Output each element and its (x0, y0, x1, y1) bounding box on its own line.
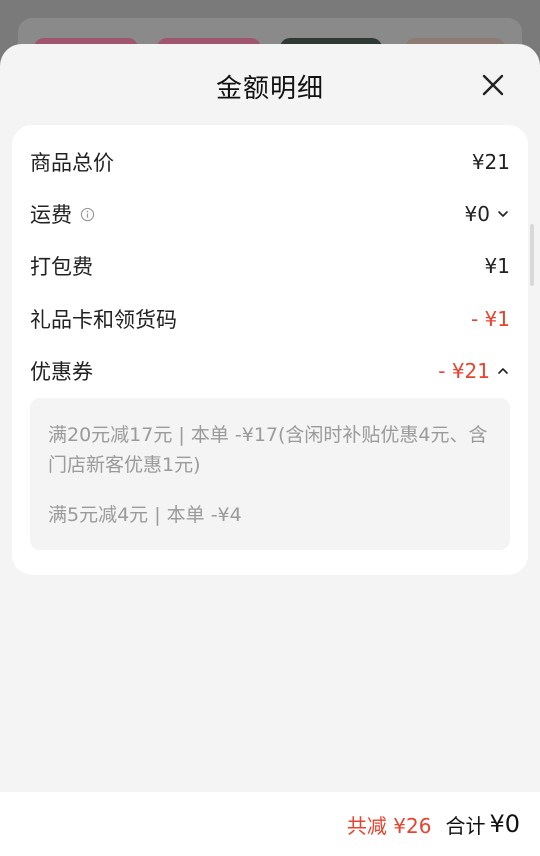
row-label: 优惠券 (30, 360, 93, 384)
coupon-line: 满20元减17元 | 本单 -¥17(含闲时补贴优惠4元、含门店新客优惠1元) (48, 424, 488, 476)
sheet-title: 金额明细 (215, 74, 324, 104)
chevron-down-icon[interactable] (496, 207, 510, 221)
row-label-group: 运费 (30, 199, 95, 229)
total-label: 合计 (445, 813, 486, 838)
row-value: ¥21 (471, 150, 510, 174)
row-label: 打包费 (30, 255, 93, 279)
row-label: 礼品卡和领货码 (30, 308, 177, 332)
footer-bar: 共减 ¥26 合计 ¥0 (0, 792, 540, 856)
row-shipping[interactable]: 运费 ¥0 (30, 194, 510, 234)
row-value-group[interactable]: - ¥21 (438, 359, 510, 383)
scrollbar[interactable] (530, 224, 534, 286)
row-value: - ¥1 (470, 307, 510, 331)
row-label: 运费 (30, 203, 72, 227)
row-value: ¥1 (484, 254, 510, 278)
chevron-up-icon[interactable] (496, 364, 510, 378)
info-icon[interactable] (80, 207, 95, 222)
close-icon[interactable] (476, 68, 510, 102)
coupon-detail-box: 满20元减17元 | 本单 -¥17(含闲时补贴优惠4元、含门店新客优惠1元) … (30, 398, 510, 550)
total-value: ¥0 (489, 810, 520, 838)
row-value-group[interactable]: ¥0 (465, 202, 510, 226)
row-value: - ¥21 (438, 359, 490, 383)
row-gift-card: 礼品卡和领货码 - ¥1 (30, 299, 510, 339)
close-button[interactable] (476, 68, 510, 102)
row-coupon[interactable]: 优惠券 - ¥21 (30, 351, 510, 391)
row-value: ¥0 (464, 202, 490, 226)
amount-card: 商品总价 ¥21 运费 ¥0 打包费 ¥1 礼品卡和领货码 - ¥1 优惠券 -… (12, 125, 528, 575)
total-saved: 共减 ¥26 (346, 813, 432, 838)
row-goods-total: 商品总价 ¥21 (30, 142, 510, 182)
row-packing-fee: 打包费 ¥1 (30, 246, 510, 286)
amount-detail-sheet: 金额明细 商品总价 ¥21 运费 ¥0 打包费 ¥1 礼品卡和领货码 - ¥1 … (0, 44, 540, 856)
coupon-line: 满5元减4元 | 本单 -¥4 (48, 504, 242, 526)
row-label: 商品总价 (30, 151, 114, 175)
